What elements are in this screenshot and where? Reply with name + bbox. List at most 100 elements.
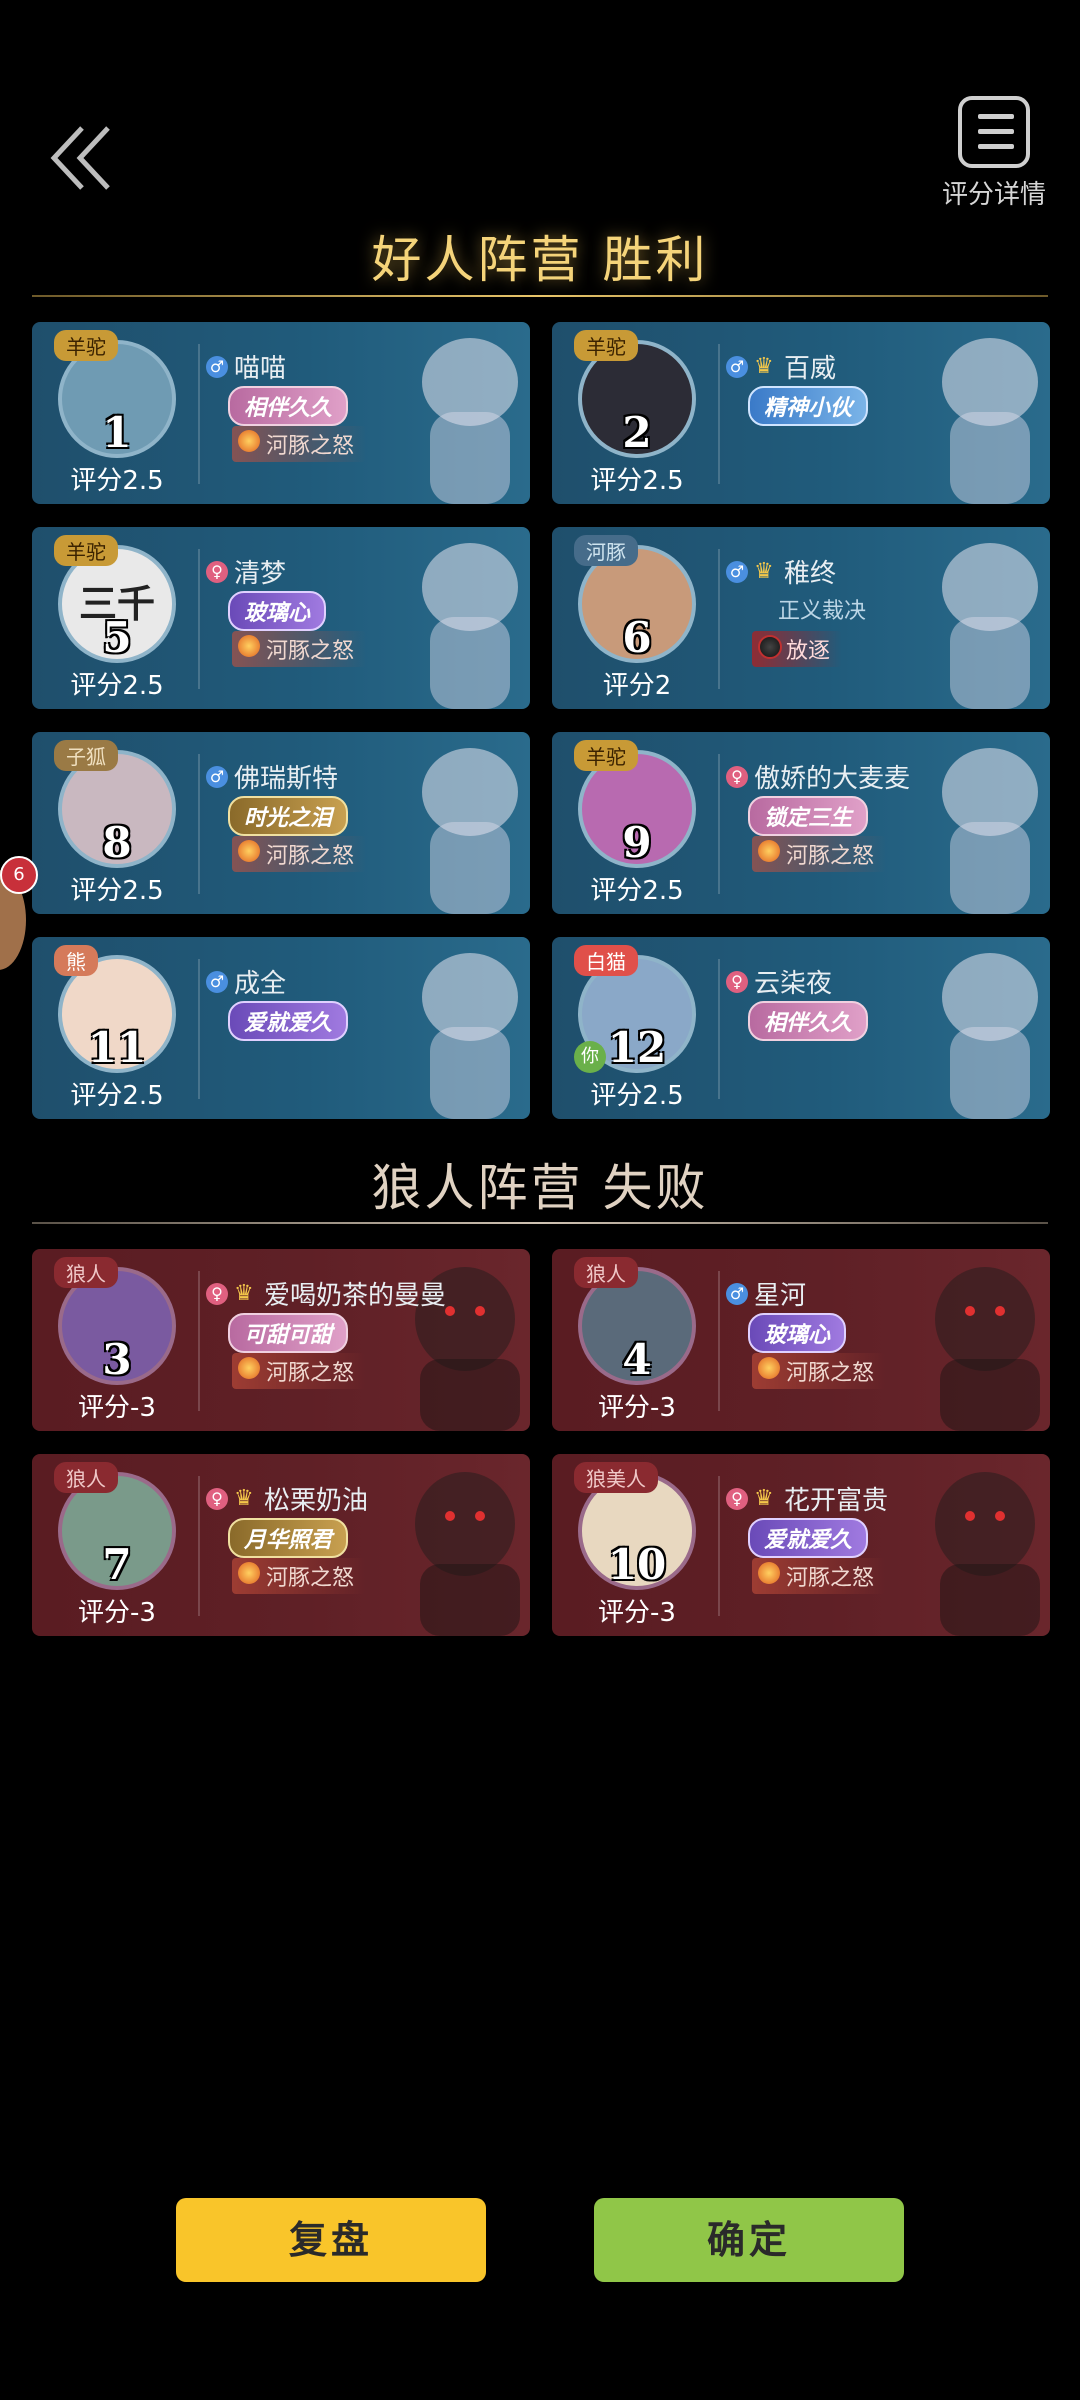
title-badge: 精神小伙 (748, 386, 869, 426)
you-indicator: 你 (574, 1041, 606, 1073)
role-tag: 熊 (54, 945, 98, 976)
title-badge: 相伴久久 (228, 386, 349, 426)
character-art (880, 1454, 1050, 1636)
crown-icon: ♛ (754, 354, 774, 379)
player-score: 评分2.5 (70, 1081, 164, 1111)
role-tag: 狼美人 (574, 1462, 658, 1493)
divider (718, 754, 720, 894)
male-icon: ♂ (726, 356, 748, 378)
divider (198, 344, 200, 484)
seat-number: 8 (102, 818, 132, 867)
skill-tag: 放逐 (752, 631, 843, 667)
female-icon: ♀ (206, 1283, 228, 1305)
role-tag: 狼人 (54, 1462, 118, 1493)
confirm-button[interactable]: 确定 (594, 2198, 904, 2282)
title-badge: 锁定三生 (748, 796, 869, 836)
skill-tag: 河豚之怒 (752, 836, 887, 872)
player-name: 松栗奶油 (264, 1486, 369, 1516)
male-icon: ♂ (206, 356, 228, 378)
back-button[interactable] (46, 118, 126, 198)
role-tag: 羊驼 (54, 330, 118, 361)
player-score: 评分2.5 (590, 466, 684, 496)
skill-tag: 河豚之怒 (752, 1353, 887, 1389)
skill-tag: 河豚之怒 (232, 426, 367, 462)
seat-number: 9 (622, 818, 652, 867)
player-score: 评分2.5 (590, 876, 684, 906)
divider (198, 1476, 200, 1616)
title-badge: 相伴久久 (748, 1001, 869, 1041)
replay-button[interactable]: 复盘 (176, 2198, 486, 2282)
character-art (360, 527, 530, 709)
player-card[interactable]: 熊 11 评分2.5 ♂ 成全 爱就爱久 (32, 937, 530, 1119)
seat-number: 11 (87, 1023, 147, 1072)
skill-tag: 河豚之怒 (752, 1558, 887, 1594)
title-badge: 玻璃心 (228, 591, 327, 631)
seat-number: 3 (102, 1335, 132, 1384)
divider (718, 1271, 720, 1411)
character-art (360, 1454, 530, 1636)
player-card[interactable]: 白猫 12 你评分2.5 ♀ 云柒夜 相伴久久 (552, 937, 1050, 1119)
seat-number: 12 (607, 1023, 667, 1072)
seat-number: 2 (622, 408, 652, 457)
seat-number: 4 (622, 1335, 652, 1384)
player-score: 评分2.5 (70, 466, 164, 496)
player-name: 佛瑞斯特 (234, 764, 339, 794)
role-tag: 羊驼 (54, 535, 118, 566)
skill-tag: 河豚之怒 (232, 1353, 367, 1389)
player-name: 喵喵 (234, 354, 287, 384)
role-tag: 狼人 (54, 1257, 118, 1288)
double-chevron-left-icon (50, 126, 110, 190)
divider (718, 1476, 720, 1616)
crown-icon: ♛ (234, 1486, 254, 1511)
role-tag: 河豚 (574, 535, 638, 566)
seat-number: 6 (622, 613, 652, 662)
bad-camp-title: 狼人阵营 失败 (371, 1159, 709, 1217)
male-icon: ♂ (726, 561, 748, 583)
player-name: 清梦 (234, 559, 287, 589)
player-card[interactable]: 狼人 3 评分-3 ♀ ♛ 爱喝奶茶的曼曼 可甜可甜 河豚之怒 (32, 1249, 530, 1431)
player-name: 爱喝奶茶的曼曼 (264, 1281, 447, 1311)
player-card[interactable]: 羊驼 9 评分2.5 ♀ 傲娇的大麦麦 锁定三生 河豚之怒 (552, 732, 1050, 914)
divider (32, 295, 1048, 297)
character-art (360, 732, 530, 914)
female-icon: ♀ (206, 1488, 228, 1510)
character-art (880, 527, 1050, 709)
role-tag: 狼人 (574, 1257, 638, 1288)
player-name: 云柒夜 (754, 969, 833, 999)
player-score: 评分-3 (598, 1598, 676, 1628)
side-indicator-badge: 6 (0, 856, 38, 894)
title-badge: 爱就爱久 (228, 1001, 349, 1041)
player-score: 评分-3 (78, 1598, 156, 1628)
divider (198, 1271, 200, 1411)
female-icon: ♀ (206, 561, 228, 583)
seat-number: 10 (607, 1540, 667, 1589)
player-card[interactable]: 羊驼 2 评分2.5 ♂ ♛ 百威 精神小伙 (552, 322, 1050, 504)
player-score: 评分2 (602, 671, 672, 701)
player-score: 评分2.5 (70, 876, 164, 906)
divider (198, 959, 200, 1099)
score-detail-label: 评分详情 (941, 180, 1046, 210)
player-card[interactable]: 三千 羊驼 5 评分2.5 ♀ 清梦 玻璃心 河豚之怒 (32, 527, 530, 709)
divider (198, 549, 200, 689)
divider (32, 1222, 1048, 1224)
role-tag: 羊驼 (574, 740, 638, 771)
score-detail-button[interactable]: 评分详情 (936, 96, 1052, 211)
title-badge: 可甜可甜 (228, 1313, 349, 1353)
character-art (880, 1249, 1050, 1431)
player-card[interactable]: 河豚 6 评分2 ♂ ♛ 稚终 正义裁决 放逐 (552, 527, 1050, 709)
player-score: 评分2.5 (590, 1081, 684, 1111)
crown-icon: ♛ (234, 1281, 254, 1306)
divider (198, 754, 200, 894)
title-badge: 月华照君 (228, 1518, 349, 1558)
player-card[interactable]: 狼人 4 评分-3 ♂ 星河 玻璃心 河豚之怒 (552, 1249, 1050, 1431)
player-score: 评分-3 (78, 1393, 156, 1423)
player-card[interactable]: 狼人 7 评分-3 ♀ ♛ 松栗奶油 月华照君 河豚之怒 (32, 1454, 530, 1636)
player-card[interactable]: 狼美人 10 评分-3 ♀ ♛ 花开富贵 爱就爱久 河豚之怒 (552, 1454, 1050, 1636)
title-badge: 正义裁决 (778, 599, 867, 624)
player-card[interactable]: 羊驼 1 评分2.5 ♂ 喵喵 相伴久久 河豚之怒 (32, 322, 530, 504)
female-icon: ♀ (726, 766, 748, 788)
skill-tag: 河豚之怒 (232, 1558, 367, 1594)
seat-number: 7 (102, 1540, 132, 1589)
player-card[interactable]: 子狐 8 评分2.5 ♂ 佛瑞斯特 时光之泪 河豚之怒 (32, 732, 530, 914)
player-score: 评分-3 (598, 1393, 676, 1423)
